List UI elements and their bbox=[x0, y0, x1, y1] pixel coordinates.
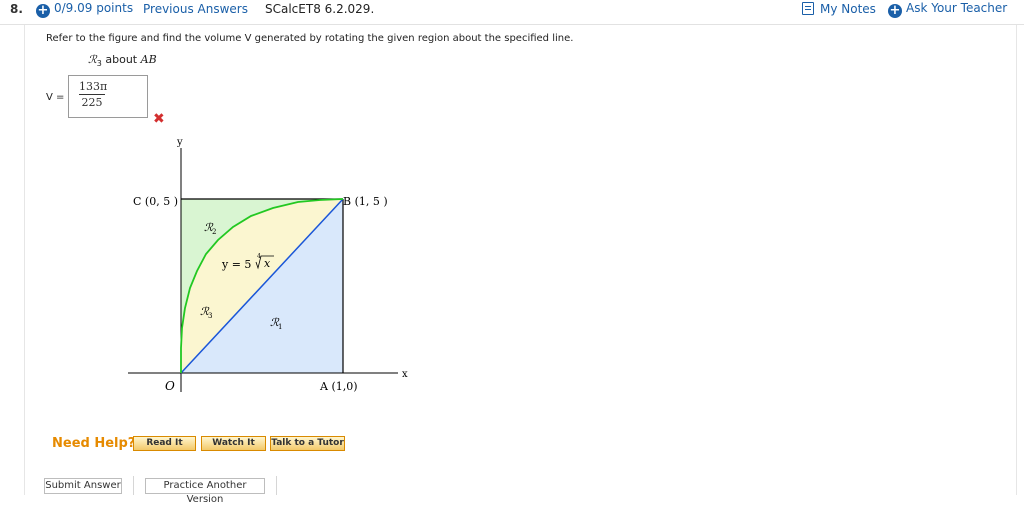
content-left-border bbox=[24, 25, 25, 495]
answer-denominator: 225 bbox=[81, 96, 103, 109]
region-subscript: 3 bbox=[96, 59, 102, 69]
question-header: 8. +0/9.09 points Previous Answers SCalc… bbox=[0, 0, 1024, 25]
volume-label: V = bbox=[46, 92, 65, 103]
point-c-label: C (0, 5 ) bbox=[133, 195, 178, 208]
my-notes-link[interactable]: My Notes bbox=[802, 2, 876, 16]
points-indicator[interactable]: +0/9.09 points bbox=[36, 1, 133, 18]
svg-text:1: 1 bbox=[278, 323, 282, 331]
plus-icon: + bbox=[888, 3, 902, 18]
y-axis-label: y bbox=[176, 137, 183, 148]
previous-answers-link[interactable]: Previous Answers bbox=[143, 2, 248, 16]
region-figure: y x C (0, 5 ) B (1, 5 ) O A (1,0) ℛ 2 ℛ … bbox=[128, 137, 408, 393]
region-symbol: ℛ bbox=[88, 53, 97, 66]
svg-text:x: x bbox=[264, 257, 271, 270]
question-number: 8. bbox=[10, 2, 23, 16]
about-word: about bbox=[105, 53, 138, 66]
answer-fraction: 133π 225 bbox=[79, 80, 108, 109]
answer-numerator: 133π bbox=[79, 80, 108, 95]
action-divider bbox=[133, 476, 134, 495]
need-help-label: Need Help? bbox=[52, 436, 136, 451]
question-id: SCalcET8 6.2.029. bbox=[265, 2, 375, 16]
content-right-border bbox=[1016, 25, 1017, 495]
notes-icon bbox=[802, 2, 814, 15]
points-text: 0/9.09 points bbox=[54, 1, 134, 15]
ask-teacher-link[interactable]: + Ask Your Teacher bbox=[888, 1, 1007, 18]
incorrect-x-icon: ✖ bbox=[153, 111, 165, 127]
point-b-label: B (1, 5 ) bbox=[343, 195, 388, 208]
svg-text:y = 5: y = 5 bbox=[221, 258, 251, 271]
rotation-line: AB bbox=[140, 53, 157, 66]
practice-another-version-button[interactable]: Practice Another Version bbox=[145, 478, 265, 505]
point-o-label: O bbox=[165, 379, 175, 393]
problem-statement: Refer to the figure and find the volume … bbox=[46, 33, 574, 44]
action-divider-2 bbox=[276, 476, 277, 495]
expand-plus-icon[interactable]: + bbox=[36, 4, 50, 18]
watch-it-button[interactable]: Watch It bbox=[201, 436, 266, 451]
ask-teacher-label: Ask Your Teacher bbox=[906, 1, 1008, 15]
my-notes-label: My Notes bbox=[820, 2, 876, 16]
svg-text:3: 3 bbox=[208, 312, 212, 320]
region-spec: ℛ3 about AB bbox=[88, 53, 157, 68]
talk-to-tutor-button[interactable]: Talk to a Tutor bbox=[270, 436, 345, 451]
answer-input[interactable]: 133π 225 bbox=[68, 75, 148, 118]
submit-answer-button[interactable]: Submit Answer bbox=[44, 478, 122, 494]
read-it-button[interactable]: Read It bbox=[133, 436, 196, 451]
point-a-label: A (1,0) bbox=[319, 380, 358, 393]
svg-text:2: 2 bbox=[212, 228, 216, 236]
x-axis-label: x bbox=[402, 369, 408, 380]
